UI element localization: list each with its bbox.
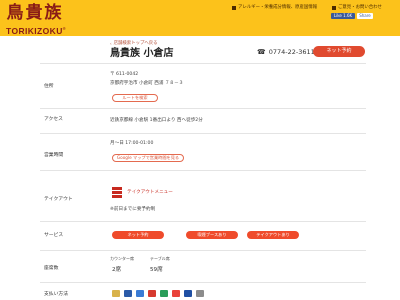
payment-card-icon [184,290,192,297]
brand-logo[interactable]: 鳥 貴 族 [6,2,62,24]
contact-link[interactable]: ご意見・お問い合わせ [332,5,382,11]
hours-label: 営業時間 [44,153,64,158]
payment-label: 支払い方法 [44,292,68,297]
divider [40,250,366,251]
access-text: 近鉄京都線 小倉駅 1番出口より 西へ徒歩2分 [110,118,203,123]
postal-code: 〒 611-0042 [110,72,139,77]
payment-card-icon [136,290,144,297]
facebook-like-button[interactable]: Like 1.6K [331,13,355,19]
page-title: 鳥貴族 小倉店 [110,48,174,59]
site-header: 鳥 貴 族 TORIKIZOKU® アレルギー・栄養成分情報、原産国情報 ご意見… [0,0,400,36]
logo-char: 族 [44,3,62,23]
mail-icon [332,6,336,10]
google-maps-hours-button[interactable]: Google マップで営業時間を見る [112,154,184,162]
net-reserve-button[interactable]: ネット予約 [313,46,365,57]
access-label: アクセス [44,117,63,122]
service-label: サービス [44,233,64,238]
divider [40,221,366,222]
payment-card-icon [196,290,204,297]
facebook-share-button[interactable]: Share [357,13,373,19]
breadcrumb[interactable]: ‹ 店舗検索トップへ戻る [110,41,158,47]
payment-card-icon [148,290,156,297]
payment-methods [112,290,204,297]
counter-seats-value: 2席 [112,267,122,273]
table-seats-value: 59席 [150,267,163,273]
takeout-label: テイクアウト [44,197,73,202]
takeout-menu-link[interactable]: テイクアウトメニュー [127,190,173,196]
payment-card-icon [172,290,180,297]
registered-mark: ® [62,26,67,31]
takeout-note: ※前日までに要予約制 [110,207,156,212]
hours-text: 月〜日 17:00-01:00 [110,141,154,146]
phone-number[interactable]: ☎ 0774-22-3611 [257,47,315,57]
divider [40,133,366,134]
service-badge-takeout: テイクアウトあり [247,231,299,239]
chevron-left-icon: ‹ [110,41,112,46]
divider [40,108,366,109]
table-seats-label: テーブル席 [150,256,170,261]
document-icon [232,6,236,10]
counter-seats-label: カウンター席 [110,256,134,261]
phone-icon: ☎ [257,48,266,56]
logo-char: 鳥 [6,3,24,23]
allergy-info-link[interactable]: アレルギー・栄養成分情報、原産国情報 [232,5,317,11]
service-badge-net-reserve: ネット予約 [112,231,164,239]
payment-card-icon [160,290,168,297]
divider [40,170,366,171]
seats-label: 座席数 [44,266,59,271]
brand-logo-en: TORIKIZOKU® [6,25,67,36]
divider [40,282,366,283]
service-badge-smoking-booth: 喫煙ブースあり [186,231,238,239]
logo-char: 貴 [25,3,43,23]
route-search-button[interactable]: ルートを検索 [112,94,158,102]
address-text: 京都府宇治市 小倉町 西浦 ７８－３ [110,81,184,86]
payment-card-icon [124,290,132,297]
takeout-menu-icon[interactable] [112,187,122,200]
divider [40,63,366,64]
payment-card-icon [112,290,120,297]
address-label: 住所 [44,84,54,89]
